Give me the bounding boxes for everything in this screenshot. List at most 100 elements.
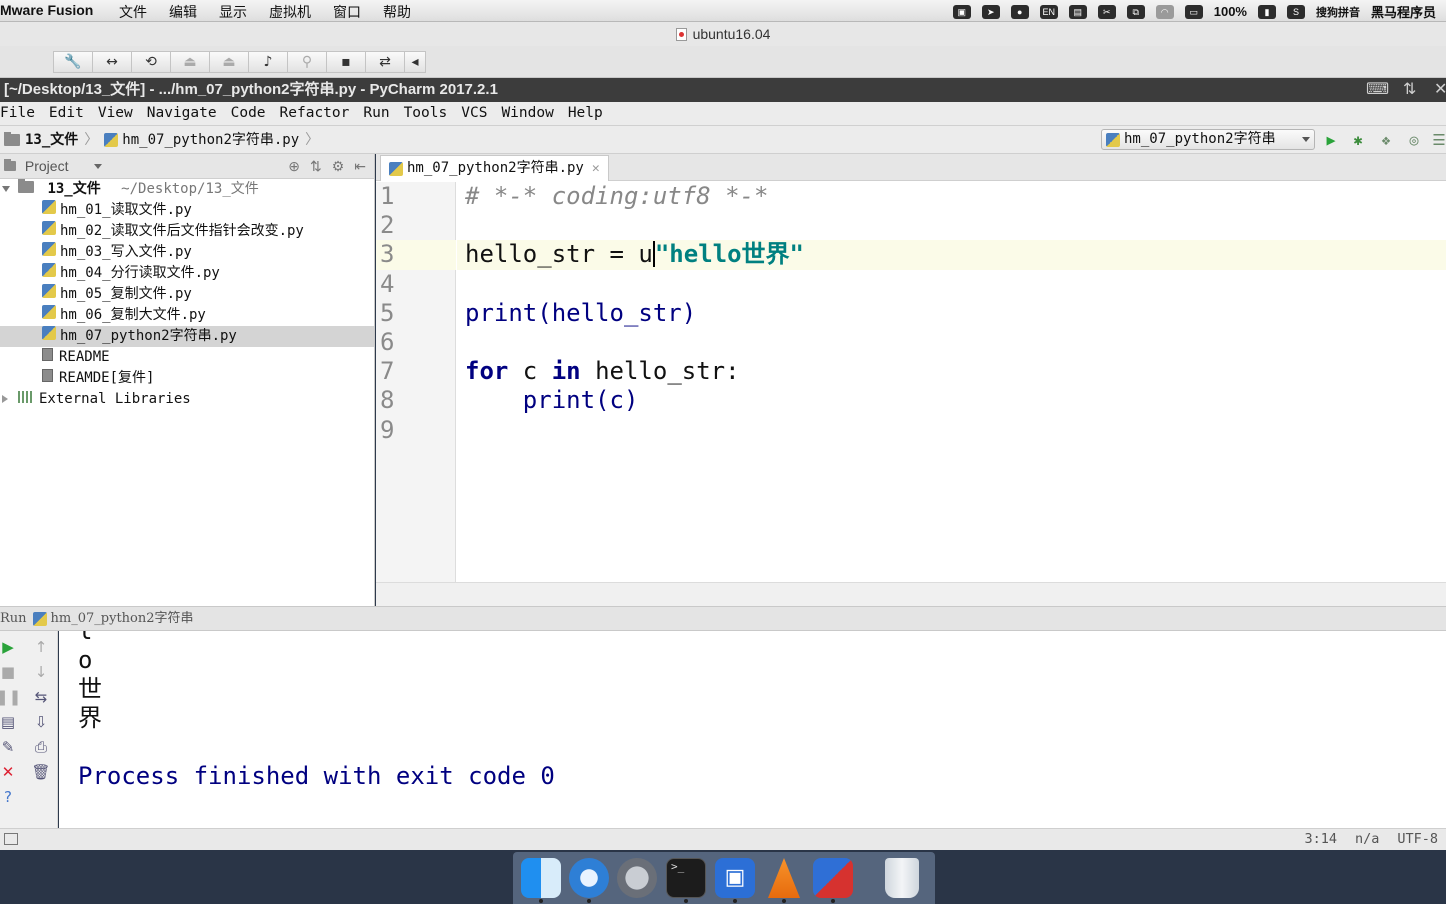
app-menu-name[interactable]: Mware Fusion: [0, 2, 93, 18]
pin-icon[interactable]: ✎: [0, 735, 20, 760]
tool-windows-icon[interactable]: [4, 833, 18, 845]
menu-item-run[interactable]: Run: [363, 102, 389, 125]
run-configuration-select[interactable]: hm_07_python2字符串: [1101, 129, 1315, 150]
editor-tab[interactable]: hm_07_python2字符串.py ✕: [380, 155, 609, 181]
code-line[interactable]: for c in hello_str:: [457, 357, 1446, 386]
tree-file-selected[interactable]: hm_07_python2字符串.py: [0, 326, 374, 347]
tree-file[interactable]: hm_01_读取文件.py: [0, 200, 374, 221]
stop-icon[interactable]: ■: [0, 660, 20, 685]
scroll-down-icon[interactable]: ↓: [29, 660, 53, 685]
menu-item-vcs[interactable]: VCS: [461, 102, 487, 125]
network-icon[interactable]: ↔: [92, 51, 131, 73]
display-icon[interactable]: ▤: [1068, 4, 1087, 19]
terminal-icon[interactable]: >_: [666, 858, 706, 898]
mic-icon[interactable]: ●: [1010, 4, 1029, 19]
tree-file[interactable]: hm_05_复制文件.py: [0, 284, 374, 305]
finder-icon[interactable]: [521, 858, 561, 898]
tree-file[interactable]: hm_03_写入文件.py: [0, 242, 374, 263]
screen-recorder-icon[interactable]: ▣: [715, 858, 755, 898]
trash-icon[interactable]: [885, 858, 919, 898]
keyboard-layout-icon[interactable]: EN: [1039, 4, 1058, 19]
code-line[interactable]: # *-* coding:utf8 *-*: [457, 182, 1446, 211]
code-line[interactable]: print(hello_str): [457, 299, 1446, 328]
scissors-icon[interactable]: ✂: [1097, 4, 1116, 19]
coverage-icon[interactable]: ❖: [1377, 131, 1395, 149]
close-tab-icon[interactable]: ✕: [592, 156, 600, 181]
help-icon[interactable]: ?: [0, 785, 20, 810]
pause-icon[interactable]: ❚❚: [0, 685, 21, 710]
keyboard-icon[interactable]: ⌨: [1366, 78, 1389, 102]
run-icon[interactable]: ▶: [1322, 131, 1340, 149]
sync-icon[interactable]: ⇄: [365, 51, 404, 73]
tree-file[interactable]: hm_04_分行读取文件.py: [0, 263, 374, 284]
run-console[interactable]: l o 世 界 Process finished with exit code …: [59, 631, 1446, 828]
breadcrumb-file[interactable]: hm_07_python2字符串.py: [122, 126, 299, 154]
chevron-down-icon[interactable]: [94, 164, 103, 169]
camera-icon[interactable]: ▣: [952, 4, 971, 19]
arrows-icon[interactable]: ⇅: [1403, 78, 1416, 102]
code-line[interactable]: print(c): [457, 386, 1446, 415]
code-line[interactable]: [457, 328, 1446, 357]
menu-view[interactable]: 显示: [219, 2, 247, 22]
more-icon[interactable]: ☰: [1430, 131, 1446, 149]
rerun-icon[interactable]: ▶: [0, 635, 20, 660]
expand-arrow-icon[interactable]: [2, 186, 10, 192]
menu-item-tools[interactable]: Tools: [404, 102, 448, 125]
user-name[interactable]: 黑马程序员: [1371, 2, 1436, 21]
menu-item-window[interactable]: Window: [501, 102, 553, 125]
scroll-up-icon[interactable]: ↑: [29, 635, 53, 660]
code-line[interactable]: [457, 270, 1446, 299]
launchpad-icon[interactable]: [617, 858, 657, 898]
hide-panel-icon[interactable]: ⇤: [354, 154, 366, 179]
safari-icon[interactable]: [569, 858, 609, 898]
print-icon[interactable]: ⎙: [29, 735, 53, 760]
tree-external-libraries[interactable]: External Libraries: [0, 389, 374, 410]
run-panel-label[interactable]: Run: [0, 607, 27, 631]
menu-item-refactor[interactable]: Refactor: [280, 102, 350, 125]
line-separator[interactable]: n/a: [1355, 829, 1379, 850]
menu-item-navigate[interactable]: Navigate: [147, 102, 217, 125]
breadcrumb-folder[interactable]: 13_文件: [25, 126, 78, 154]
tree-file[interactable]: hm_06_复制大文件.py: [0, 305, 374, 326]
settings-wrench-icon[interactable]: 🔧: [53, 51, 92, 73]
code-line-current[interactable]: hello_str = u"hello世界": [457, 240, 1446, 270]
input-method-label[interactable]: 搜狗拼音: [1316, 4, 1360, 20]
drive-icon[interactable]: ⏏: [170, 51, 209, 73]
layout-icon[interactable]: ▤: [0, 710, 20, 735]
wifi-icon[interactable]: ◠: [1155, 4, 1174, 19]
tree-file[interactable]: hm_02_读取文件后文件指针会改变.py: [0, 221, 374, 242]
collapse-arrow-icon[interactable]: ◂: [404, 51, 426, 73]
airplay-icon[interactable]: ▭: [1184, 4, 1203, 19]
window-icon[interactable]: ⧉: [1126, 4, 1145, 19]
locate-icon[interactable]: ⊕: [288, 154, 300, 179]
gear-icon[interactable]: ⚙: [332, 154, 345, 179]
menu-help[interactable]: 帮助: [383, 2, 411, 22]
soft-wrap-icon[interactable]: ⇆: [29, 685, 53, 710]
menu-item-view[interactable]: View: [98, 102, 133, 125]
project-header-label[interactable]: Project: [25, 158, 69, 174]
menu-item-edit[interactable]: Edit: [49, 102, 84, 125]
close-icon[interactable]: ✕: [1434, 78, 1446, 102]
menu-edit[interactable]: 编辑: [169, 2, 197, 22]
vmware-fusion-icon[interactable]: [813, 858, 853, 898]
tree-file[interactable]: REAMDE[复件]: [0, 368, 374, 389]
file-encoding[interactable]: UTF-8: [1397, 829, 1438, 850]
scroll-to-end-icon[interactable]: ⇩: [29, 710, 53, 735]
caret-position[interactable]: 3:14: [1304, 829, 1337, 850]
tree-file[interactable]: README: [0, 347, 374, 368]
menu-item-code[interactable]: Code: [231, 102, 266, 125]
trash-icon[interactable]: 🗑: [29, 760, 53, 785]
drive-2-icon[interactable]: ⏏: [209, 51, 248, 73]
menu-file[interactable]: 文件: [119, 2, 147, 22]
floppy-icon[interactable]: ▪: [326, 51, 365, 73]
sound-icon[interactable]: ♪: [248, 51, 287, 73]
code-line[interactable]: [457, 211, 1446, 240]
menu-item-file[interactable]: File: [0, 102, 35, 125]
run-panel-config[interactable]: hm_07_python2字符串: [51, 607, 194, 631]
collapse-all-icon[interactable]: ⇅: [310, 154, 322, 179]
menu-vm[interactable]: 虚拟机: [269, 2, 311, 22]
code-area[interactable]: # *-* coding:utf8 *-* hello_str = u"hell…: [457, 182, 1446, 582]
menu-window[interactable]: 窗口: [333, 2, 361, 22]
sogou-icon[interactable]: S: [1286, 4, 1305, 19]
tree-root[interactable]: 13_文件 ~/Desktop/13_文件: [0, 179, 374, 200]
